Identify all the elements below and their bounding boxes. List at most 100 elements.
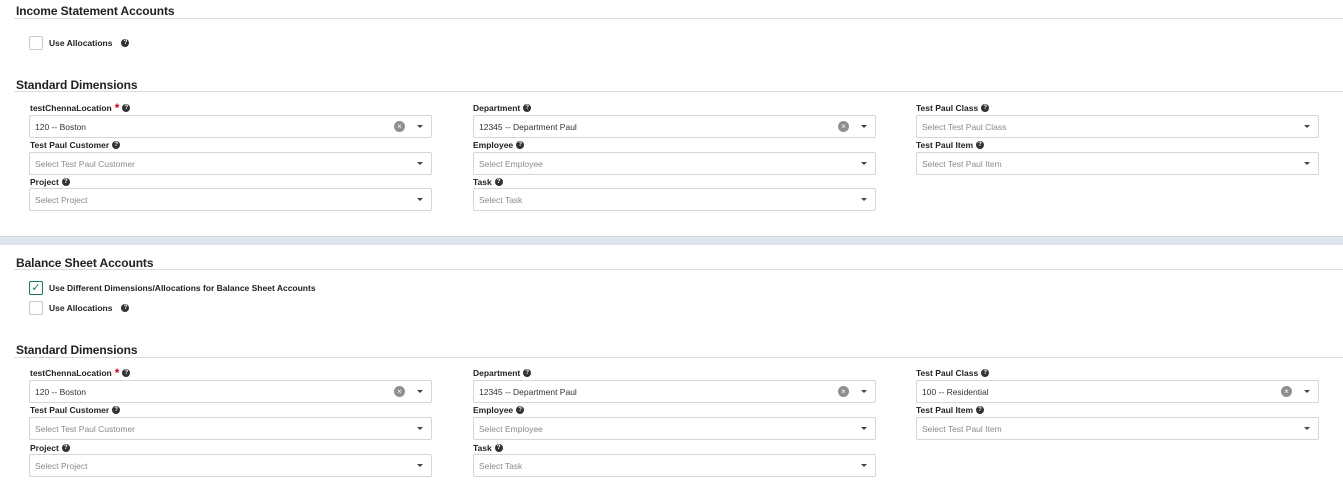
income-customer-label: Test Paul Customer	[30, 140, 110, 150]
balance-location-select[interactable]: 120 -- Boston ×	[29, 380, 432, 403]
balance-item-select[interactable]: Select Test Paul Item	[916, 417, 1319, 440]
question-circle-icon[interactable]: ?	[122, 369, 131, 377]
balance-use-allocations-checkbox[interactable]	[29, 301, 43, 315]
income-employee-label-row: Employee ?	[473, 140, 525, 150]
question-circle-icon[interactable]: ?	[516, 141, 525, 149]
balance-task-label: Task	[473, 443, 492, 453]
income-project-placeholder: Select Project	[35, 194, 88, 205]
balance-task-placeholder: Select Task	[479, 460, 523, 471]
balance-location-value: 120 -- Boston	[35, 386, 87, 397]
balance-employee-label: Employee	[473, 405, 514, 415]
clear-circle-icon[interactable]: ×	[394, 386, 405, 397]
income-location-label-row: testChennaLocation * ?	[30, 101, 131, 115]
question-circle-icon[interactable]: ?	[61, 178, 70, 186]
caret-down-icon[interactable]	[417, 390, 423, 393]
income-department-select[interactable]: 12345 -- Department Paul ×	[473, 115, 876, 138]
caret-down-icon[interactable]	[861, 125, 867, 128]
clear-circle-icon[interactable]: ×	[838, 121, 849, 132]
clear-circle-icon[interactable]: ×	[838, 386, 849, 397]
balance-item-placeholder: Select Test Paul Item	[922, 423, 1002, 434]
question-circle-icon[interactable]: ?	[494, 444, 503, 452]
question-circle-icon[interactable]: ?	[981, 104, 990, 112]
caret-down-icon[interactable]	[417, 162, 423, 165]
balance-employee-select[interactable]: Select Employee	[473, 417, 876, 440]
question-circle-icon[interactable]: ?	[121, 304, 130, 312]
question-circle-icon[interactable]: ?	[122, 104, 131, 112]
caret-down-icon[interactable]	[861, 464, 867, 467]
balance-task-select[interactable]: Select Task	[473, 454, 876, 477]
balance-item-label: Test Paul Item	[916, 405, 973, 415]
income-department-value: 12345 -- Department Paul	[479, 121, 577, 132]
balance-use-different-checkbox[interactable]: ✓	[29, 281, 43, 295]
income-task-select[interactable]: Select Task	[473, 188, 876, 211]
income-section-title: Income Statement Accounts	[16, 4, 175, 18]
section-separator-band	[0, 236, 1343, 245]
income-project-select[interactable]: Select Project	[29, 188, 432, 211]
income-department-label: Department	[473, 103, 521, 113]
question-circle-icon[interactable]: ?	[523, 104, 532, 112]
balance-item-label-row: Test Paul Item ?	[916, 405, 984, 415]
income-employee-label: Employee	[473, 140, 514, 150]
income-task-label: Task	[473, 177, 492, 187]
caret-down-icon[interactable]	[861, 198, 867, 201]
income-project-label: Project	[30, 177, 59, 187]
balance-section-title: Balance Sheet Accounts	[16, 256, 154, 270]
income-department-label-row: Department ?	[473, 103, 532, 113]
balance-location-label-row: testChennaLocation * ?	[30, 366, 131, 380]
balance-project-select[interactable]: Select Project	[29, 454, 432, 477]
caret-down-icon[interactable]	[417, 125, 423, 128]
balance-department-label: Department	[473, 368, 521, 378]
balance-use-allocations-row[interactable]: Use Allocations ?	[29, 301, 130, 315]
question-circle-icon[interactable]: ?	[61, 444, 70, 452]
caret-down-icon[interactable]	[417, 464, 423, 467]
question-circle-icon[interactable]: ?	[981, 369, 990, 377]
income-use-allocations-checkbox[interactable]	[29, 36, 43, 50]
question-circle-icon[interactable]: ?	[523, 369, 532, 377]
question-circle-icon[interactable]: ?	[121, 39, 130, 47]
caret-down-icon[interactable]	[1304, 427, 1310, 430]
question-circle-icon[interactable]: ?	[494, 178, 503, 186]
balance-department-select[interactable]: 12345 -- Department Paul ×	[473, 380, 876, 403]
income-employee-select[interactable]: Select Employee	[473, 152, 876, 175]
balance-location-label: testChennaLocation	[30, 368, 112, 378]
income-class-label-row: Test Paul Class ?	[916, 103, 990, 113]
balance-department-value: 12345 -- Department Paul	[479, 386, 577, 397]
caret-down-icon[interactable]	[1304, 162, 1310, 165]
income-item-select[interactable]: Select Test Paul Item	[916, 152, 1319, 175]
income-customer-select[interactable]: Select Test Paul Customer	[29, 152, 432, 175]
required-asterisk: *	[114, 366, 120, 380]
balance-customer-select[interactable]: Select Test Paul Customer	[29, 417, 432, 440]
income-item-label: Test Paul Item	[916, 140, 973, 150]
question-circle-icon[interactable]: ?	[516, 406, 525, 414]
balance-class-label-row: Test Paul Class ?	[916, 368, 990, 378]
question-circle-icon[interactable]: ?	[976, 141, 984, 149]
income-use-allocations-row[interactable]: Use Allocations ?	[29, 36, 130, 50]
clear-circle-icon[interactable]: ×	[394, 121, 405, 132]
balance-class-value: 100 -- Residential	[922, 386, 989, 397]
balance-task-label-row: Task ?	[473, 443, 503, 453]
caret-down-icon[interactable]	[1304, 125, 1310, 128]
caret-down-icon[interactable]	[1304, 390, 1310, 393]
income-class-select[interactable]: Select Test Paul Class	[916, 115, 1319, 138]
question-circle-icon[interactable]: ?	[112, 406, 121, 414]
question-circle-icon[interactable]: ?	[112, 141, 121, 149]
required-asterisk: *	[114, 101, 120, 115]
caret-down-icon[interactable]	[417, 427, 423, 430]
balance-customer-placeholder: Select Test Paul Customer	[35, 423, 135, 434]
caret-down-icon[interactable]	[861, 162, 867, 165]
question-circle-icon[interactable]: ?	[976, 406, 984, 414]
income-class-placeholder: Select Test Paul Class	[922, 121, 1007, 132]
income-customer-label-row: Test Paul Customer ?	[30, 140, 121, 150]
caret-down-icon[interactable]	[861, 390, 867, 393]
clear-circle-icon[interactable]: ×	[1281, 386, 1292, 397]
balance-section-divider	[14, 269, 1343, 270]
caret-down-icon[interactable]	[417, 198, 423, 201]
caret-down-icon[interactable]	[861, 427, 867, 430]
income-location-select[interactable]: 120 -- Boston ×	[29, 115, 432, 138]
income-task-label-row: Task ?	[473, 177, 503, 187]
income-dimensions-divider	[14, 91, 1343, 92]
balance-class-select[interactable]: 100 -- Residential ×	[916, 380, 1319, 403]
income-section-divider	[14, 18, 1343, 19]
balance-use-different-row[interactable]: ✓ Use Different Dimensions/Allocations f…	[29, 281, 316, 295]
balance-dimensions-divider	[14, 357, 1343, 358]
